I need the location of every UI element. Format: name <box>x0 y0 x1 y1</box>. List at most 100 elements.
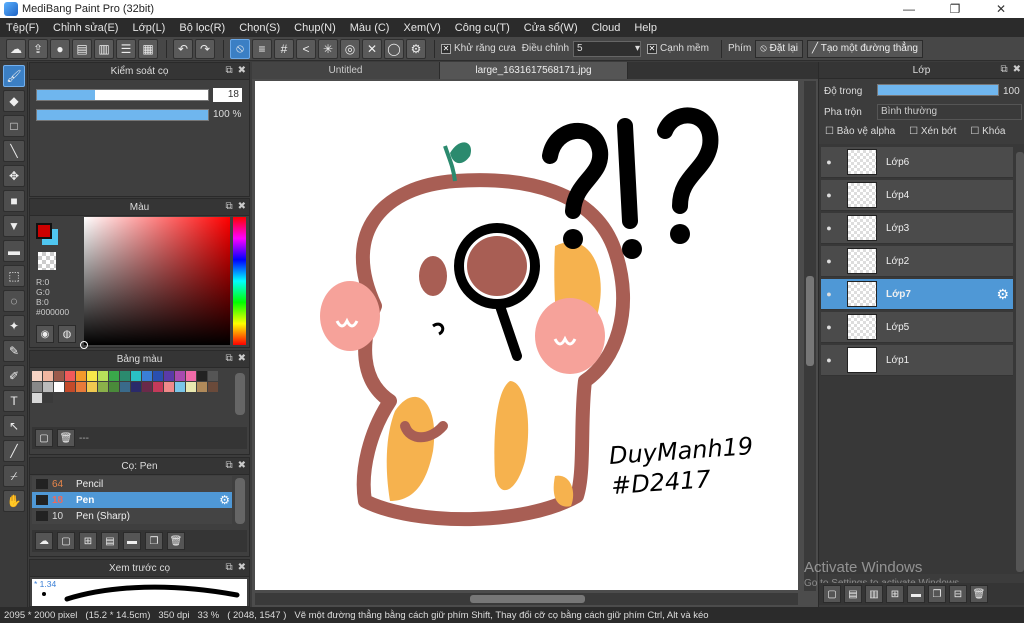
eye-icon[interactable]: ● <box>821 157 837 167</box>
reset-button[interactable]: ⦸ Đặt lại <box>755 39 803 58</box>
palette-swatch[interactable] <box>43 393 53 403</box>
dot-tool-icon[interactable]: ╲ <box>3 140 25 162</box>
select-eraser-tool-icon[interactable]: ✐ <box>3 365 25 387</box>
blend-select[interactable]: Bình thường <box>877 104 1022 120</box>
document-icon[interactable]: ▥ <box>94 38 114 59</box>
folder-icon[interactable]: ▬ <box>123 532 141 550</box>
brush-item-pen[interactable]: 18 Pen ⚙ <box>32 492 232 508</box>
radial-snap-icon[interactable]: ✳ <box>318 38 338 59</box>
cloud-icon[interactable]: ☁ <box>6 38 26 59</box>
add-layer-menu-icon[interactable]: ⊞ <box>886 585 904 603</box>
undo-icon[interactable]: ↶ <box>173 38 193 59</box>
menu-file[interactable]: Tệp(F) <box>6 22 39 34</box>
drawing-canvas[interactable]: DuyManh19 #D2417 <box>255 81 798 590</box>
palette-swatch[interactable] <box>109 382 119 392</box>
eye-icon[interactable]: ● <box>821 289 837 299</box>
redo-icon[interactable]: ↷ <box>195 38 215 59</box>
close-icon[interactable]: ✖ <box>238 65 246 76</box>
palette-swatch[interactable] <box>175 371 185 381</box>
eyedropper-tool-icon[interactable]: ⌿ <box>3 465 25 487</box>
close-icon[interactable]: ✖ <box>238 353 246 364</box>
menu-snap[interactable]: Chụp(N) <box>294 22 336 34</box>
tab-untitled[interactable]: Untitled <box>252 62 440 79</box>
add-brush-icon[interactable]: ⊞ <box>79 532 97 550</box>
eye-icon[interactable]: ● <box>821 322 837 332</box>
palette-swatch[interactable] <box>120 382 130 392</box>
duplicate-layer-icon[interactable]: ❐ <box>928 585 946 603</box>
share-icon[interactable]: ⇪ <box>28 38 48 59</box>
hue-slider[interactable] <box>233 217 246 345</box>
layer-row-selected[interactable]: ● Lớp7 ⚙ <box>821 279 1013 310</box>
palette-swatch[interactable] <box>43 371 53 381</box>
eye-icon[interactable]: ● <box>821 256 837 266</box>
palette-swatch[interactable] <box>197 371 207 381</box>
snap-off-icon[interactable]: ⦸ <box>230 38 250 59</box>
palette-swatch[interactable] <box>175 382 185 392</box>
clipping-checkbox[interactable]: ☐ Xén bớt <box>909 126 956 137</box>
minimize-button[interactable]: — <box>886 0 932 18</box>
cross-snap-icon[interactable]: # <box>274 38 294 59</box>
menu-cloud[interactable]: Cloud <box>592 22 621 34</box>
palette-swatch[interactable] <box>32 382 42 392</box>
palette-swatch[interactable] <box>98 382 108 392</box>
canvas-horizontal-scrollbar[interactable] <box>255 593 798 605</box>
trash-icon[interactable]: 🗑 <box>167 532 185 550</box>
palette-swatch[interactable] <box>98 371 108 381</box>
popout-icon[interactable]: ⧉ <box>225 201 232 212</box>
layer-row[interactable]: ● Lớp2 <box>821 246 1013 277</box>
hand-tool-icon[interactable]: ✋ <box>3 490 25 512</box>
palette-swatch[interactable] <box>32 371 42 381</box>
palette-swatch[interactable] <box>65 382 75 392</box>
rectangle-tool-icon[interactable]: □ <box>3 115 25 137</box>
magic-wand-tool-icon[interactable]: ✦ <box>3 315 25 337</box>
primary-color-swatch[interactable] <box>36 223 52 239</box>
brush-size-value[interactable]: 18 <box>213 88 242 102</box>
settings-gear-icon[interactable]: ⚙ <box>406 38 426 59</box>
layer-row[interactable]: ● Lớp4 <box>821 180 1013 211</box>
trash-icon[interactable]: 🗑 <box>970 585 988 603</box>
palette-swatch[interactable] <box>164 371 174 381</box>
close-icon[interactable]: ✖ <box>238 460 246 471</box>
palette-icon[interactable]: ◉ <box>36 325 54 343</box>
comment-icon[interactable]: ● <box>50 38 70 59</box>
palette-swatch[interactable] <box>54 382 64 392</box>
layer-opacity-slider[interactable] <box>877 84 999 96</box>
menu-filter[interactable]: Bộ lọc(R) <box>179 22 225 34</box>
brush-item-pencil[interactable]: 64 Pencil <box>32 476 232 492</box>
popout-icon[interactable]: ⧉ <box>225 65 232 76</box>
popout-icon[interactable]: ⧉ <box>225 460 232 471</box>
palette-swatch[interactable] <box>76 382 86 392</box>
layer-scrollbar[interactable] <box>1016 152 1024 572</box>
palette-scrollbar[interactable] <box>235 373 245 415</box>
select-tool-icon[interactable]: ⬚ <box>3 265 25 287</box>
palette-swatch[interactable] <box>208 371 218 381</box>
maximize-button[interactable]: ❐ <box>932 0 978 18</box>
popout-icon[interactable]: ⧉ <box>1000 64 1007 75</box>
palette-swatch[interactable] <box>32 393 42 403</box>
palette-swatch[interactable] <box>186 371 196 381</box>
layer-row[interactable]: ● Lớp3 <box>821 213 1013 244</box>
curve-snap-icon[interactable]: ✕ <box>362 38 382 59</box>
close-icon[interactable]: ✖ <box>238 562 246 573</box>
canvas-vertical-scrollbar[interactable] <box>804 81 816 591</box>
color-wheel-icon[interactable]: ◍ <box>58 325 76 343</box>
palette-swatch[interactable] <box>54 371 64 381</box>
menu-window[interactable]: Cửa sổ(W) <box>524 22 578 34</box>
straight-line-button[interactable]: ╱ Tạo một đường thẳng <box>806 39 923 58</box>
new-brush-icon[interactable]: ▢ <box>57 532 75 550</box>
select-pen-tool-icon[interactable]: ✎ <box>3 340 25 362</box>
close-icon[interactable]: ✖ <box>238 201 246 212</box>
menu-tools[interactable]: Công cụ(T) <box>455 22 510 34</box>
circle-snap-icon[interactable]: ◎ <box>340 38 360 59</box>
color-saturation-field[interactable] <box>80 217 230 349</box>
palette-swatch[interactable] <box>76 371 86 381</box>
eye-icon[interactable]: ● <box>821 190 837 200</box>
bucket-tool-icon[interactable]: ▼ <box>3 215 25 237</box>
divide-tool-icon[interactable]: ╱ <box>3 440 25 462</box>
protect-alpha-checkbox[interactable]: ☐ Bảo vệ alpha <box>825 126 895 137</box>
antialias-checkbox[interactable]: ✕ Khử răng cưa <box>441 43 516 54</box>
new-palette-icon[interactable]: ▢ <box>35 429 53 447</box>
palette-swatch[interactable] <box>197 382 207 392</box>
folder-icon[interactable]: ▬ <box>907 585 925 603</box>
eraser-tool-icon[interactable]: ◆ <box>3 90 25 112</box>
